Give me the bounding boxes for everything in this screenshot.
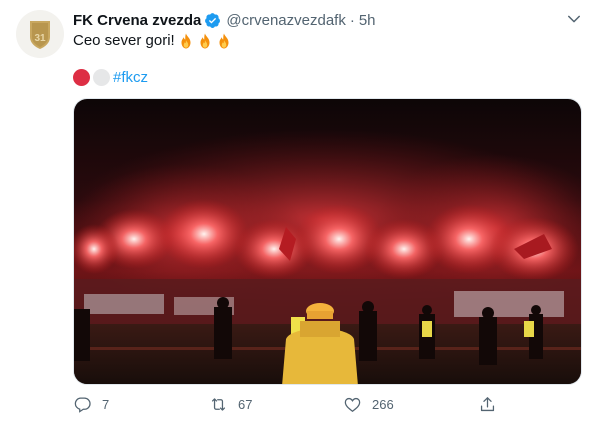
avatar-number: 31 (34, 33, 46, 44)
reply-button[interactable]: 7 (73, 395, 109, 414)
reply-count: 7 (102, 397, 110, 412)
like-button[interactable]: 266 (343, 395, 394, 414)
heart-icon (344, 397, 361, 413)
white-circle-icon (93, 68, 110, 86)
red-circle-icon (73, 68, 90, 86)
share-icon (480, 397, 495, 412)
separator-dot: · (349, 11, 355, 29)
avatar[interactable]: 31 (16, 10, 64, 58)
fire-emoji-icon (181, 33, 191, 49)
club-crest-icon: 31 (16, 10, 64, 58)
retweet-button[interactable]: 67 (209, 395, 252, 414)
retweet-icon (211, 398, 226, 411)
fire-emoji-icon (200, 33, 210, 49)
hashtag-link[interactable]: #fkcz (113, 69, 148, 86)
reply-icon (74, 397, 91, 413)
share-button[interactable] (478, 395, 497, 414)
fire-emoji-icon (219, 33, 229, 49)
retweet-count: 67 (238, 397, 253, 412)
like-count: 266 (372, 397, 394, 412)
tweet[interactable]: 31 FK Crvena zvezda @crvenazvezdafk · 5h… (0, 0, 596, 425)
tweet-actions: 7 67 266 (73, 395, 503, 417)
tweet-text: Ceo sever gori! (73, 31, 233, 51)
timestamp[interactable]: 5h (359, 12, 376, 29)
tweet-media-video[interactable] (73, 98, 582, 385)
fire-emoji-row (176, 32, 233, 50)
stadium-flares-image (74, 99, 581, 384)
user-handle[interactable]: @crvenazvezdafk (226, 12, 345, 29)
tweet-header: FK Crvena zvezda @crvenazvezdafk · 5h (73, 10, 376, 30)
tweet-tags: #fkcz (73, 67, 148, 87)
tweet-text-body: Ceo sever gori! (73, 32, 175, 49)
chevron-down-icon[interactable] (565, 10, 583, 28)
verified-badge-icon (205, 12, 221, 28)
display-name[interactable]: FK Crvena zvezda (73, 12, 201, 29)
